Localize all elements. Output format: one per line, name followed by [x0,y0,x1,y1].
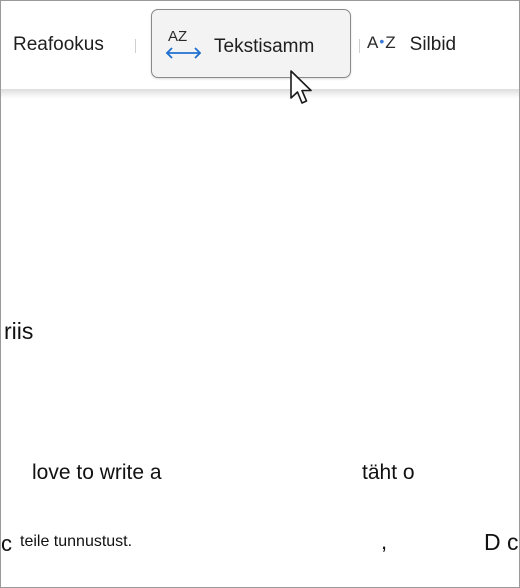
text-fragment: riis [4,318,34,344]
text-fragment: c [1,531,12,556]
text-fragment: täht o [362,461,415,484]
syllables-button[interactable]: A•Z Silbid [367,27,456,63]
text-fragment: , [381,529,388,554]
reader-window: Reafookus AZ Tekstisamm A•Z Silbid riis … [0,0,520,588]
syllables-icon: A•Z [367,33,396,52]
text-spacing-icon-letters: AZ [168,28,187,45]
line-focus-button[interactable]: Reafookus [13,27,104,63]
mouse-pointer-icon [290,70,312,104]
text-fragment: teile tunnustust. [20,533,133,550]
text-spacing-button[interactable]: AZ Tekstisamm [151,9,351,78]
toolbar-separator [135,39,136,53]
syllables-label: Silbid [409,34,457,55]
text-spacing-label: Tekstisamm [214,36,315,57]
line-focus-label: Reafookus [13,34,104,55]
toolbar-shadow [1,89,519,99]
text-fragment: D c [484,529,519,555]
text-spacing-icon: AZ [165,28,202,59]
reader-toolbar: Reafookus AZ Tekstisamm A•Z Silbid [1,1,519,89]
toolbar-separator [359,39,360,53]
text-fragment: love to write a [32,461,162,484]
